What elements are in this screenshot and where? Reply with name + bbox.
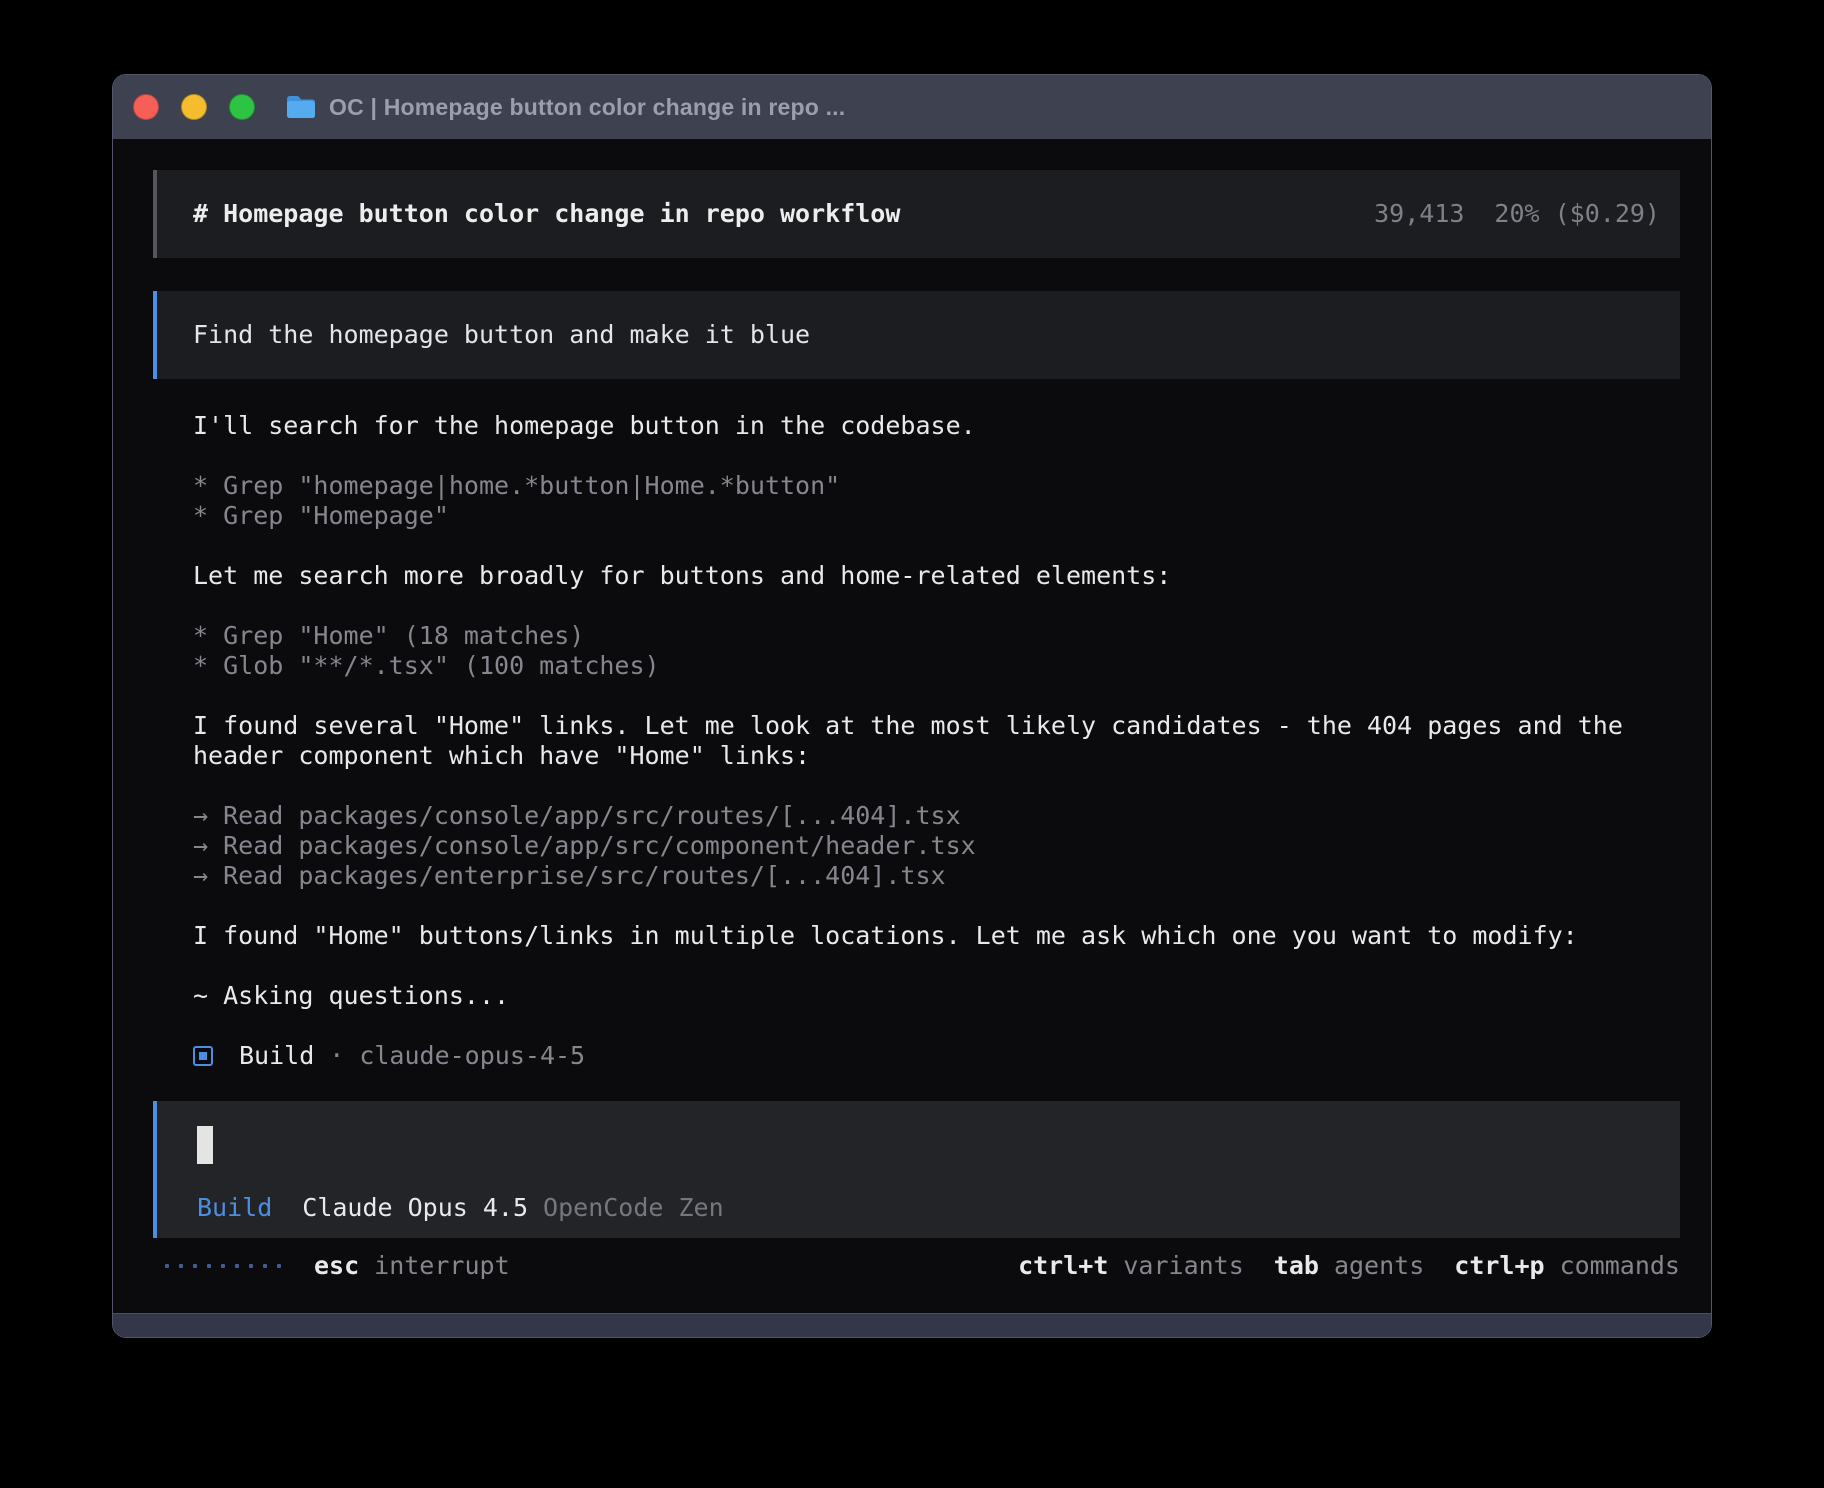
- tool-call-read: → Read packages/enterprise/src/routes/[.…: [193, 861, 1680, 891]
- session-stats: 39,413 20% ($0.29): [1374, 199, 1660, 229]
- assistant-messages: I'll search for the homepage button in t…: [153, 411, 1680, 1071]
- input-status-line: Build Claude Opus 4.5 OpenCode Zen: [197, 1193, 1660, 1223]
- hint-commands: ctrl+p commands: [1454, 1251, 1680, 1281]
- user-message: Find the homepage button and make it blu…: [153, 291, 1680, 379]
- tool-call-grep: * Grep "Homepage": [193, 501, 1680, 531]
- window-title: OC | Homepage button color change in rep…: [329, 94, 845, 121]
- text-cursor: [197, 1126, 213, 1164]
- tool-call-grep: * Grep "homepage|home.*button|Home.*butt…: [193, 471, 1680, 501]
- hint-interrupt: esc interrupt: [314, 1251, 510, 1281]
- input-agent: Build: [197, 1193, 272, 1223]
- hint-group-right: ctrl+t variants tab agents ctrl+p comman…: [1018, 1251, 1680, 1281]
- tool-call-grep: * Grep "Home" (18 matches): [193, 621, 1680, 651]
- tool-call-glob: * Glob "**/*.tsx" (100 matches): [193, 651, 1680, 681]
- tool-call-read: → Read packages/console/app/src/componen…: [193, 831, 1680, 861]
- user-message-text: Find the homepage button and make it blu…: [193, 320, 810, 349]
- hint-agents: tab agents: [1274, 1251, 1424, 1281]
- traffic-lights: [133, 94, 255, 120]
- session-title: # Homepage button color change in repo w…: [193, 199, 900, 229]
- prompt-input[interactable]: Build Claude Opus 4.5 OpenCode Zen: [153, 1101, 1680, 1238]
- terminal-window: OC | Homepage button color change in rep…: [112, 74, 1712, 1338]
- assistant-text: I'll search for the homepage button in t…: [193, 411, 1680, 441]
- session-header: # Homepage button color change in repo w…: [153, 170, 1680, 258]
- hint-variants: ctrl+t variants: [1018, 1251, 1244, 1281]
- asking-questions-status: ~ Asking questions...: [193, 981, 1680, 1011]
- progress-dots: [165, 1264, 281, 1268]
- agent-model: claude-opus-4-5: [359, 1041, 585, 1071]
- folder-icon: [285, 94, 317, 120]
- hint-bar: esc interrupt ctrl+t variants tab agents…: [153, 1251, 1680, 1281]
- minimize-button[interactable]: [181, 94, 207, 120]
- assistant-text: I found "Home" buttons/links in multiple…: [193, 921, 1680, 951]
- terminal-content: # Homepage button color change in repo w…: [113, 139, 1711, 1313]
- tool-call-read: → Read packages/console/app/src/routes/[…: [193, 801, 1680, 831]
- window-footer-strip: [113, 1313, 1711, 1337]
- zoom-button[interactable]: [229, 94, 255, 120]
- window-titlebar[interactable]: OC | Homepage button color change in rep…: [113, 75, 1711, 139]
- input-model: Claude Opus 4.5: [302, 1193, 528, 1223]
- separator-dot: ·: [329, 1041, 344, 1071]
- agent-square-icon: [193, 1046, 213, 1066]
- assistant-text: I found several "Home" links. Let me loo…: [193, 711, 1680, 771]
- agent-name: Build: [239, 1041, 314, 1071]
- context-cost: 20% ($0.29): [1494, 199, 1660, 229]
- input-provider: OpenCode Zen: [543, 1193, 724, 1223]
- agent-status-row: Build · claude-opus-4-5: [193, 1041, 1680, 1071]
- assistant-text: Let me search more broadly for buttons a…: [193, 561, 1680, 591]
- close-button[interactable]: [133, 94, 159, 120]
- token-count: 39,413: [1374, 199, 1464, 229]
